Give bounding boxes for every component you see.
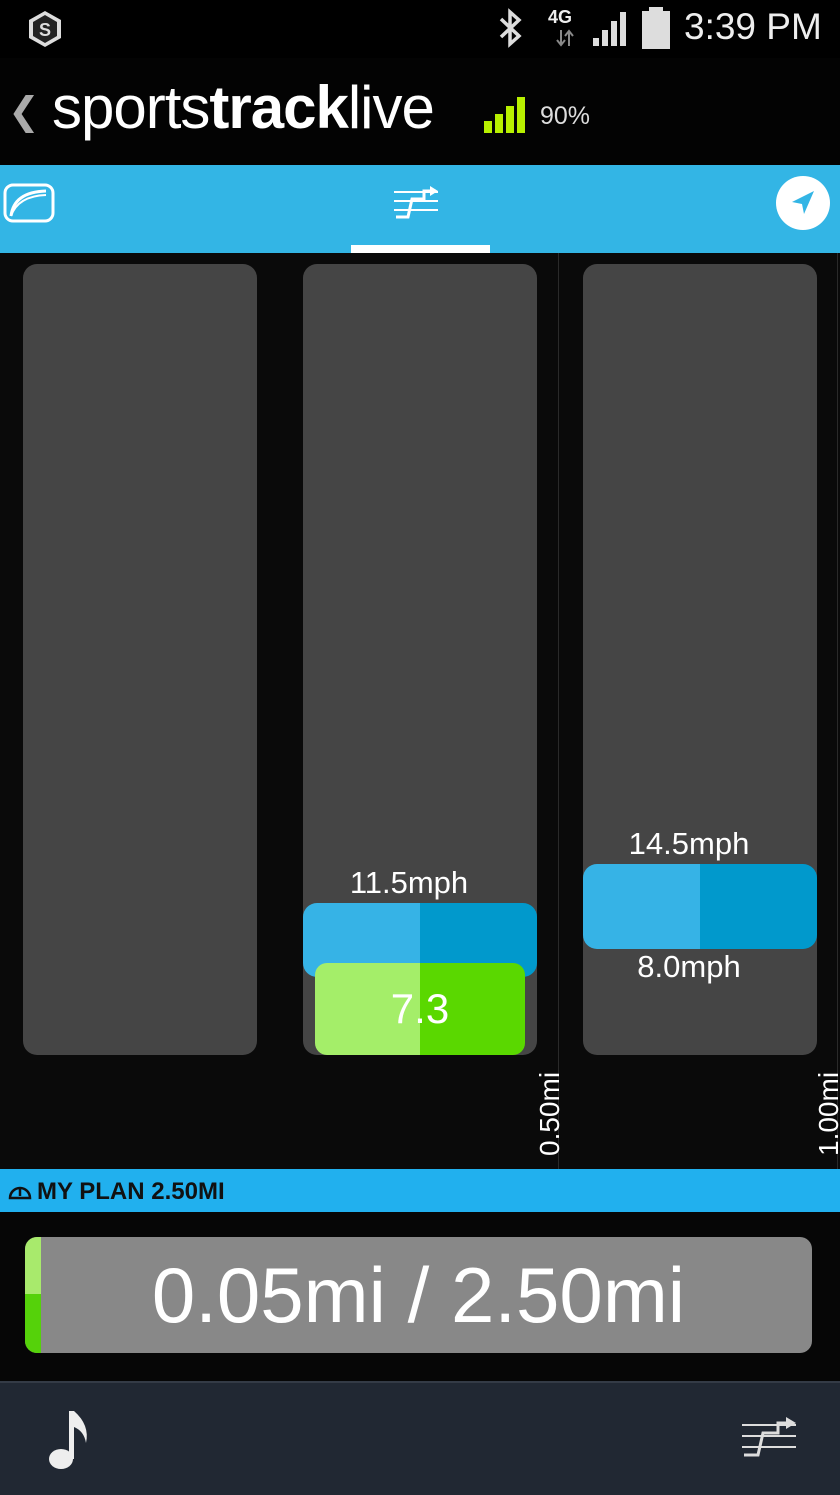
network-type: 4G	[548, 7, 573, 27]
status-bar: S 4G 3:39 PM	[0, 0, 840, 58]
pace-chart: 11.5mph 7.3 0.50mi 14.5mph 8.0mph 1.00mi	[0, 253, 840, 1169]
logo-text-sports: sports	[52, 74, 210, 141]
segment-3-min-speed: 8.0mph	[637, 949, 741, 984]
current-speed-value: 7.3	[390, 985, 450, 1032]
segment-3-max-speed: 14.5mph	[628, 826, 750, 861]
segment-2-max-speed: 11.5mph	[349, 865, 469, 900]
tab-bar	[0, 165, 840, 253]
logo-text-live: live	[347, 74, 435, 141]
clock: 3:39 PM	[684, 6, 822, 47]
bottom-bar	[0, 1381, 840, 1495]
segment-3-speed-band	[583, 864, 817, 949]
svg-text:S: S	[39, 20, 51, 40]
app-logo: sportstracklive	[52, 78, 435, 138]
back-chevron-icon[interactable]: ❮	[8, 93, 40, 131]
plan-chart-icon[interactable]	[392, 183, 440, 221]
current-speed-block: 7.3	[315, 963, 525, 1055]
app-header: ❮ sportstracklive 90%	[0, 58, 840, 165]
distance-divider-1	[558, 253, 559, 1169]
music-note-icon[interactable]	[44, 1403, 94, 1473]
cell-signal-icon	[593, 12, 626, 46]
navigation-icon	[792, 191, 814, 214]
segment-column-1	[23, 264, 257, 1055]
logo-text-track: track	[209, 74, 348, 141]
speedometer-icon[interactable]	[2, 182, 56, 224]
progress-text: 0.05mi / 2.50mi	[151, 1251, 686, 1339]
gps-signal-icon	[484, 97, 525, 133]
plan-title: MY PLAN 2.50MI	[37, 1178, 225, 1205]
battery-icon	[642, 7, 670, 49]
active-tab-indicator	[351, 245, 490, 253]
data-arrows-icon	[556, 29, 574, 47]
bluetooth-icon	[499, 8, 522, 48]
plan-progress-bar: 0.05mi / 2.50mi	[25, 1237, 812, 1353]
plan-chart-icon[interactable]	[740, 1413, 798, 1459]
gauge-icon	[8, 1186, 32, 1200]
distance-label-100: 1.00mi	[813, 1071, 840, 1156]
app-s-icon: S	[29, 11, 61, 47]
signal-percent: 90%	[540, 102, 591, 130]
distance-label-050: 0.50mi	[534, 1071, 565, 1156]
distance-divider-2	[837, 253, 838, 1169]
plan-header: MY PLAN 2.50MI	[0, 1169, 840, 1212]
navigation-button[interactable]	[776, 176, 830, 230]
